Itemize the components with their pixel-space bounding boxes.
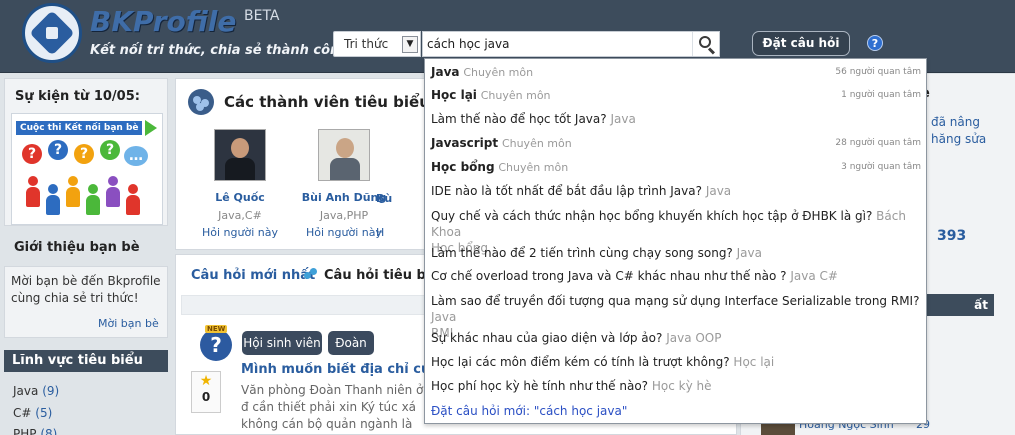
star-icon: ★ bbox=[199, 373, 213, 389]
members-title: Các thành viên tiêu biểu bbox=[224, 93, 430, 111]
suggestion-item[interactable]: Làm thế nào để học tốt Java? Java bbox=[431, 112, 921, 126]
question-bubble-icon: ? bbox=[48, 140, 68, 160]
person-icon bbox=[86, 184, 100, 216]
avatar[interactable] bbox=[318, 129, 370, 181]
suggestion-item[interactable]: Học lại các môn điểm kém có tính là trượ… bbox=[431, 355, 921, 369]
vote-box[interactable]: ★ 0 bbox=[191, 371, 221, 413]
person-icon bbox=[46, 184, 60, 216]
search-box bbox=[422, 31, 720, 57]
person-icon bbox=[26, 176, 40, 208]
invite-text: Mời bạn bè đến Bkprofile cùng chia sẻ tr… bbox=[11, 274, 161, 305]
help-icon[interactable]: ? bbox=[867, 35, 883, 51]
suggestion-item[interactable]: Javascript Chuyên môn 28 người quan tâm bbox=[431, 136, 921, 150]
search-icon bbox=[699, 36, 711, 48]
right-button[interactable]: ất bbox=[916, 294, 994, 316]
event-title: Sự kiện từ 10/05: bbox=[15, 89, 140, 104]
logo-icon[interactable] bbox=[22, 3, 82, 63]
field-item-csharp[interactable]: C# (5) bbox=[13, 406, 52, 420]
ask-question-button[interactable]: Đặt câu hỏi bbox=[752, 31, 850, 56]
category-select[interactable]: Tri thức ▼ bbox=[333, 31, 421, 57]
event-box: Sự kiện từ 10/05: Cuộc thi Kết nối bạn b… bbox=[4, 78, 168, 226]
suggestion-item[interactable]: IDE nào là tốt nhất để bắt đầu lập trình… bbox=[431, 184, 921, 198]
search-suggestions: Java Chuyên môn 56 người quan tâm Học lại… bbox=[424, 58, 927, 424]
new-badge-icon: NEW bbox=[205, 325, 228, 333]
suggestion-item[interactable]: Sự khác nhau của giao diện và lớp ảo? Ja… bbox=[431, 331, 921, 345]
member-tags: Java,C# bbox=[218, 209, 262, 222]
ask-new-question-link[interactable]: Đặt câu hỏi mới: "cách học java" bbox=[431, 404, 627, 418]
suggestion-item[interactable]: Làm thế nào để 2 tiến trình cùng chạy so… bbox=[431, 246, 921, 260]
left-sidebar: Sự kiện từ 10/05: Cuộc thi Kết nối bạn b… bbox=[0, 74, 172, 435]
field-item-php[interactable]: PHP (8) bbox=[13, 427, 57, 435]
question-bubble-icon: ? bbox=[74, 144, 94, 164]
suggestion-item[interactable]: Học bổng Chuyên môn 3 người quan tâm bbox=[431, 160, 921, 174]
avatar[interactable] bbox=[214, 129, 266, 181]
arrow-right-icon bbox=[145, 120, 157, 136]
member-card: Lê Quốc Java,C# Hỏi người này bbox=[190, 129, 290, 239]
vote-count: 0 bbox=[201, 390, 211, 404]
event-banner-image[interactable]: Cuộc thi Kết nối bạn bè ? ? ? ? … bbox=[11, 113, 163, 225]
bubbles-icon bbox=[304, 268, 318, 280]
ask-member-link[interactable]: Hỏi người này bbox=[190, 226, 290, 239]
field-item-java[interactable]: Java (9) bbox=[13, 384, 59, 398]
question-excerpt: Văn phòng Đoàn Thanh niên ở đ cần thiết … bbox=[241, 383, 424, 431]
question-title[interactable]: Mình muốn biết địa chỉ của nh bbox=[241, 362, 431, 377]
tag-pill[interactable]: Hội sinh viên bbox=[242, 331, 322, 355]
person-icon bbox=[106, 176, 120, 208]
person-icon bbox=[66, 176, 80, 208]
fields-title: Lĩnh vực tiêu biểu bbox=[4, 350, 168, 372]
member-name[interactable]: Lê Quốc bbox=[190, 191, 290, 204]
search-input[interactable] bbox=[427, 35, 689, 53]
suggestion-item[interactable]: Học phí học kỳ hè tính như thế nào? Học … bbox=[431, 379, 921, 393]
event-banner-label: Cuộc thi Kết nối bạn bè bbox=[16, 121, 142, 135]
suggestion-item[interactable]: Cơ chế overload trong Java và C# khác nh… bbox=[431, 269, 921, 283]
invite-friends-link[interactable]: Mời bạn bè bbox=[98, 317, 159, 330]
question-bubble-icon: ? bbox=[100, 140, 120, 160]
beta-label: BETA bbox=[244, 8, 280, 24]
category-value: Tri thức bbox=[344, 37, 389, 51]
search-button[interactable] bbox=[692, 32, 720, 56]
right-text: đã nâng hăng sửa bbox=[931, 115, 987, 146]
invite-title: Giới thiệu bạn bè bbox=[14, 240, 140, 255]
dropdown-arrow-icon[interactable]: ▼ bbox=[402, 36, 418, 53]
chat-bubble-icon: … bbox=[124, 146, 148, 166]
tag-pill[interactable]: Đoàn bbox=[328, 331, 374, 355]
question-icon: ? bbox=[200, 329, 232, 361]
tab-newest-questions[interactable]: Câu hỏi mới nhất bbox=[191, 268, 315, 283]
members-icon bbox=[188, 89, 214, 115]
person-icon bbox=[126, 184, 140, 216]
suggestion-item[interactable]: Học lại Chuyên môn 1 người quan tâm bbox=[431, 88, 921, 102]
question-bubble-icon: ? bbox=[22, 144, 42, 164]
suggestion-item[interactable]: Java Chuyên môn 56 người quan tâm bbox=[431, 65, 921, 79]
brand-name[interactable]: BKProfile bbox=[90, 5, 236, 38]
tagline: Kết nối tri thức, chia sẻ thành công bbox=[90, 43, 349, 58]
right-number: 393 bbox=[937, 228, 967, 244]
